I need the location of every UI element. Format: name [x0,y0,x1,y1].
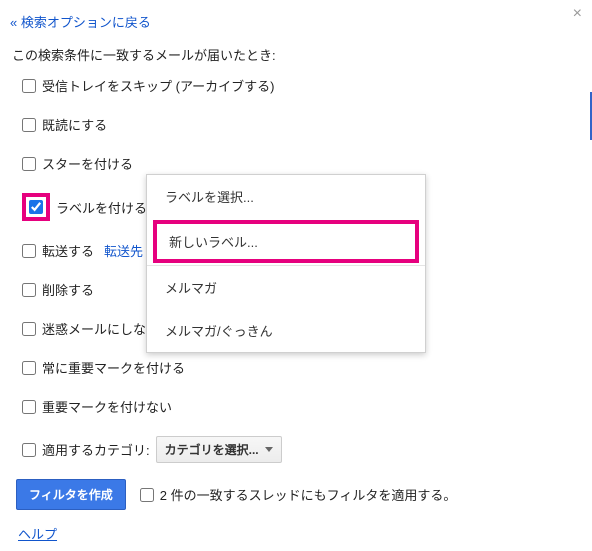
option-apply-category: 適用するカテゴリ: カテゴリを選択... [22,436,584,463]
label-popup-item-2[interactable]: メルマガ/ぐっきん [147,309,425,352]
label-popup-item-1[interactable]: メルマガ [147,266,425,309]
category-select-dropdown[interactable]: カテゴリを選択... [156,436,282,463]
apply-label-checkbox-highlight [22,193,50,221]
apply-label-label: ラベルを付ける: [56,198,151,217]
option-always-important: 常に重要マークを付ける [22,358,584,377]
skip-inbox-checkbox[interactable] [22,79,36,93]
delete-label: 削除する [42,280,94,299]
intro-text: この検索条件に一致するメールが届いたとき: [12,45,584,64]
always-important-label: 常に重要マークを付ける [42,358,185,377]
footer: フィルタを作成 2 件の一致するスレッドにもフィルタを適用する。 [16,479,584,510]
category-select-value: カテゴリを選択... [165,441,259,458]
apply-to-existing-checkbox[interactable] [140,488,154,502]
apply-category-checkbox[interactable] [22,443,36,457]
label-select-popup: ラベルを選択... 新しいラベル... メルマガ メルマガ/ぐっきん [146,174,426,353]
label-popup-new-label[interactable]: 新しいラベル... [153,220,419,263]
never-spam-label: 迷惑メールにしな [42,319,146,338]
star-checkbox[interactable] [22,157,36,171]
always-important-checkbox[interactable] [22,361,36,375]
delete-checkbox[interactable] [22,283,36,297]
apply-to-existing-row: 2 件の一致するスレッドにもフィルタを適用する。 [140,485,457,504]
star-label: スターを付ける [42,154,133,173]
skip-inbox-label: 受信トレイをスキップ (アーカイブする) [42,76,275,95]
forward-checkbox[interactable] [22,244,36,258]
apply-to-existing-label: 2 件の一致するスレッドにもフィルタを適用する。 [160,485,457,504]
apply-category-label: 適用するカテゴリ: [42,440,150,459]
never-important-label: 重要マークを付けない [42,397,172,416]
option-star: スターを付ける [22,154,584,173]
create-filter-button[interactable]: フィルタを作成 [16,479,126,510]
apply-label-checkbox[interactable] [29,200,43,214]
never-spam-checkbox[interactable] [22,322,36,336]
help-link[interactable]: ヘルプ [18,524,57,543]
option-mark-read: 既読にする [22,115,584,134]
back-to-search-options-link[interactable]: « 検索オプションに戻る [10,12,151,31]
forward-label: 転送する [42,241,94,260]
mark-read-label: 既読にする [42,115,107,134]
never-important-checkbox[interactable] [22,400,36,414]
label-popup-choose[interactable]: ラベルを選択... [147,175,425,218]
option-skip-inbox: 受信トレイをスキップ (アーカイブする) [22,76,584,95]
close-icon[interactable]: × [573,6,582,22]
option-never-important: 重要マークを付けない [22,397,584,416]
mark-read-checkbox[interactable] [22,118,36,132]
forward-address-link[interactable]: 転送先 [104,241,143,260]
caret-down-icon [265,447,273,452]
